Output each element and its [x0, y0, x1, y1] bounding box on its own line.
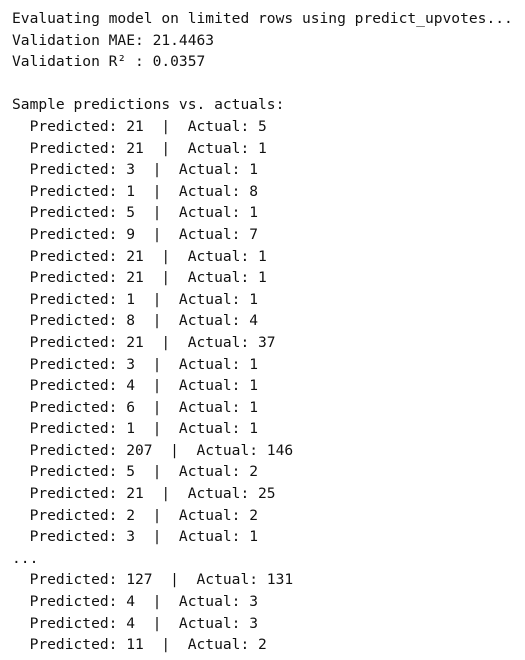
prediction-line: Predicted: 5 | Actual: 2 — [12, 463, 259, 481]
ellipsis-line: ... — [12, 549, 39, 567]
prediction-line: Predicted: 207 | Actual: 146 — [12, 441, 294, 459]
prediction-line: Predicted: 4 | Actual: 3 — [12, 614, 259, 632]
prediction-line: Predicted: 21 | Actual: 37 — [12, 333, 276, 351]
prediction-line: Predicted: 1 | Actual: 8 — [12, 182, 259, 200]
prediction-line: Predicted: 4 | Actual: 3 — [12, 593, 259, 611]
prediction-line: Predicted: 127 | Actual: 131 — [12, 571, 294, 589]
validation-r2-line: Validation R² : 0.0357 — [12, 53, 206, 71]
prediction-line: Predicted: 3 | Actual: 1 — [12, 528, 259, 546]
prediction-line: Predicted: 5 | Actual: 1 — [12, 204, 259, 222]
eval-header-line: Evaluating model on limited rows using p… — [12, 10, 513, 27]
prediction-line: Predicted: 1 | Actual: 1 — [12, 420, 259, 438]
prediction-line: Predicted: 3 | Actual: 1 — [12, 355, 259, 373]
prediction-line: Predicted: 21 | Actual: 5 — [12, 117, 267, 135]
prediction-line: Predicted: 21 | Actual: 1 — [12, 269, 267, 287]
prediction-line: Predicted: 6 | Actual: 1 — [12, 398, 259, 416]
prediction-line: Predicted: 21 | Actual: 1 — [12, 247, 267, 265]
prediction-line: Predicted: 11 | Actual: 2 — [12, 636, 267, 654]
prediction-line: Predicted: 21 | Actual: 1 — [12, 139, 267, 157]
prediction-line: Predicted: 8 | Actual: 4 — [12, 312, 259, 330]
console-output: Evaluating model on limited rows using p… — [0, 0, 525, 660]
samples-title-line: Sample predictions vs. actuals: — [12, 96, 285, 114]
validation-mae-line: Validation MAE: 21.4463 — [12, 31, 215, 49]
prediction-line: Predicted: 1 | Actual: 1 — [12, 290, 259, 308]
prediction-line: Predicted: 3 | Actual: 1 — [12, 161, 259, 179]
prediction-line: Predicted: 21 | Actual: 25 — [12, 485, 276, 503]
prediction-line: Predicted: 2 | Actual: 2 — [12, 506, 259, 524]
prediction-line: Predicted: 9 | Actual: 7 — [12, 225, 259, 243]
prediction-line: Predicted: 4 | Actual: 1 — [12, 377, 259, 395]
